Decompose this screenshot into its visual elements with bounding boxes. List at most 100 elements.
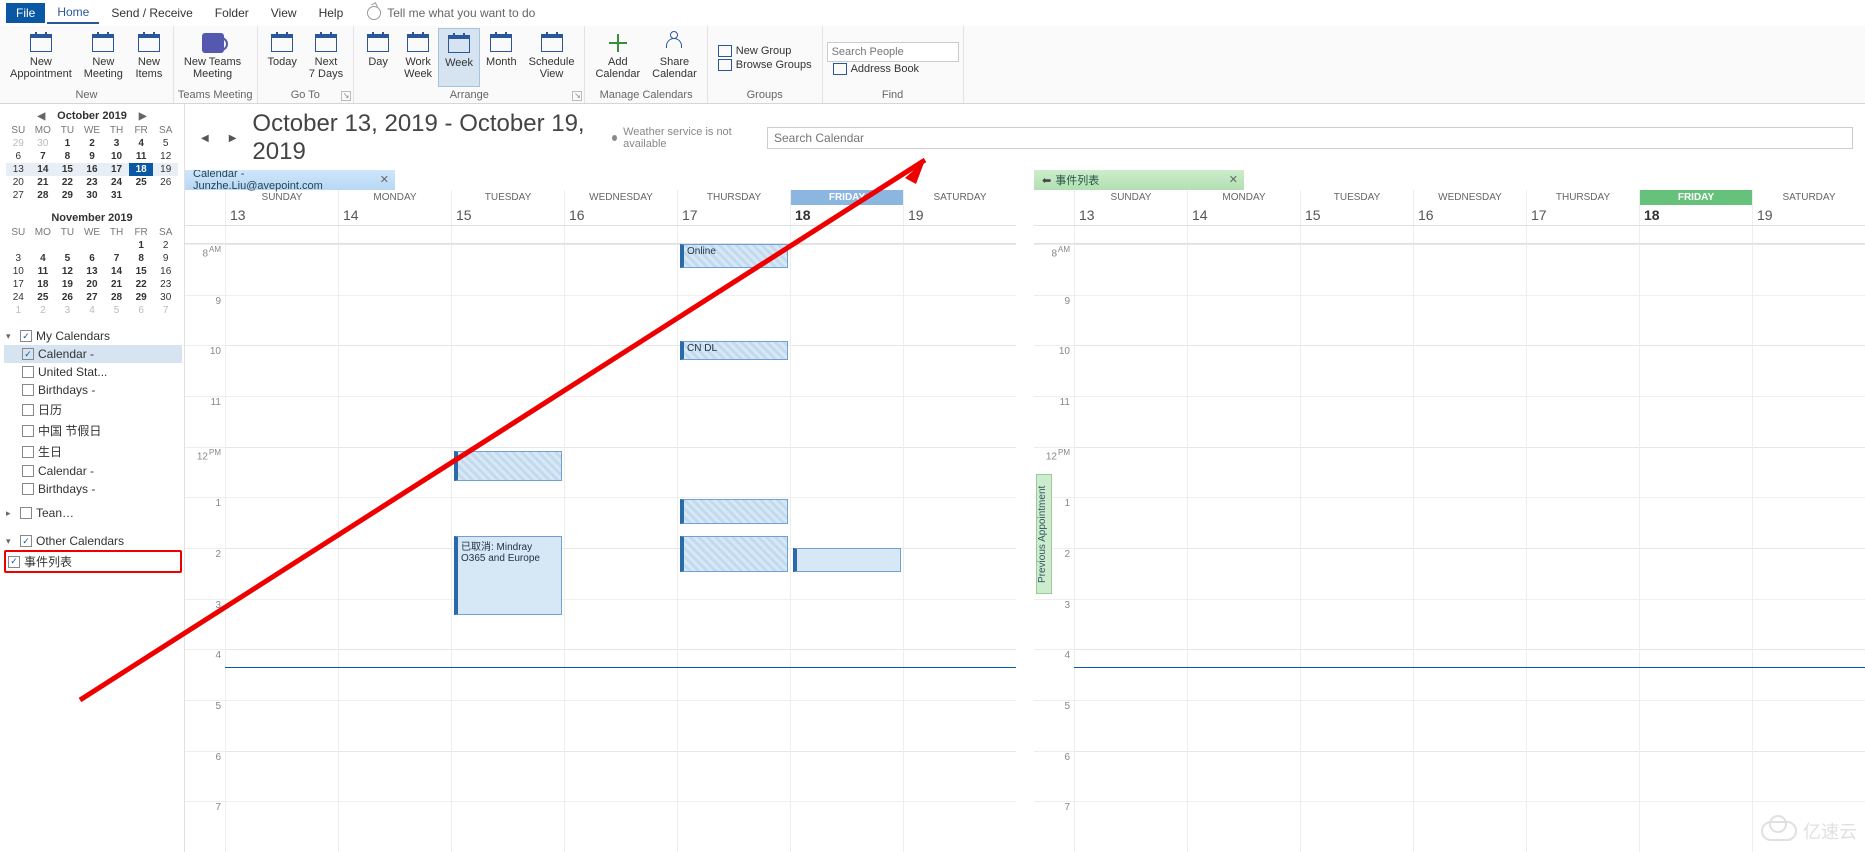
new-meeting-button[interactable]: New Meeting	[78, 28, 129, 87]
mini-cal-day[interactable]: 13	[80, 265, 105, 278]
mini-cal-day[interactable]: 6	[129, 304, 154, 317]
next-month-icon[interactable]: ▶	[135, 111, 151, 122]
close-icon[interactable]: ✕	[380, 173, 389, 186]
grid-column[interactable]	[225, 244, 338, 852]
mini-cal-day[interactable]: 17	[104, 163, 129, 176]
calendar-tree-item[interactable]: 中国 节假日	[4, 420, 182, 441]
mini-cal-day[interactable]: 23	[80, 176, 105, 189]
mini-cal-day[interactable]	[55, 239, 80, 252]
grid-column[interactable]	[1300, 244, 1413, 852]
checkbox-icon[interactable]	[22, 465, 34, 477]
mini-cal-day[interactable]: 2	[31, 304, 56, 317]
day-column-header[interactable]: WEDNESDAY16	[1413, 190, 1526, 225]
allday-cell[interactable]	[677, 226, 790, 243]
mini-cal-day[interactable]: 5	[153, 137, 178, 150]
calendar-event[interactable]	[680, 536, 788, 572]
back-arrow-icon[interactable]: ⬅	[1042, 174, 1051, 187]
other-calendars-node[interactable]: ▾Other Calendars	[4, 532, 182, 550]
team-node[interactable]: ▸Tean…	[4, 504, 182, 522]
grid-column[interactable]	[1074, 244, 1187, 852]
mini-cal-day[interactable]: 26	[55, 291, 80, 304]
mini-cal-day[interactable]: 1	[6, 304, 31, 317]
calendar-tree-item[interactable]: United Stat...	[4, 363, 182, 381]
prev-month-icon[interactable]: ◀	[33, 111, 49, 122]
menu-view[interactable]: View	[261, 3, 307, 23]
new-appointment-button[interactable]: New Appointment	[4, 28, 78, 87]
grid-column[interactable]: Online CN DL	[677, 244, 790, 852]
mini-cal-day[interactable]: 7	[153, 304, 178, 317]
calendar-event[interactable]: Online	[680, 244, 788, 268]
calendar-tree-item[interactable]: Birthdays -	[4, 381, 182, 399]
mini-cal-day[interactable]: 25	[129, 176, 154, 189]
mini-cal-day[interactable]: 20	[80, 278, 105, 291]
allday-cell[interactable]	[1413, 226, 1526, 243]
mini-cal-day[interactable]	[6, 239, 31, 252]
day-column-header[interactable]: THURSDAY17	[1526, 190, 1639, 225]
checkbox-icon[interactable]	[22, 483, 34, 495]
share-calendar-button[interactable]: Share Calendar	[646, 28, 703, 87]
mini-cal-day[interactable]: 3	[104, 137, 129, 150]
allday-cell[interactable]	[1752, 226, 1865, 243]
allday-cell[interactable]	[1187, 226, 1300, 243]
mini-cal-day[interactable]: 28	[31, 189, 56, 202]
mini-cal-day[interactable]: 18	[129, 163, 154, 176]
day-column-header[interactable]: FRIDAY18	[790, 190, 903, 225]
grid-column[interactable]	[790, 244, 903, 852]
mini-cal-day[interactable]: 16	[80, 163, 105, 176]
allday-cell[interactable]	[1526, 226, 1639, 243]
mini-cal-day[interactable]: 1	[55, 137, 80, 150]
allday-cell[interactable]	[790, 226, 903, 243]
mini-cal-day[interactable]: 9	[153, 252, 178, 265]
calendar-event[interactable]: 已取消: Mindray O365 and Europe	[454, 536, 562, 615]
calendar-event[interactable]	[793, 548, 901, 572]
mini-cal-day[interactable]: 3	[55, 304, 80, 317]
mini-cal-day[interactable]: 13	[6, 163, 31, 176]
month-view-button[interactable]: Month	[480, 28, 523, 87]
search-calendar-input[interactable]	[767, 127, 1853, 149]
day-column-header[interactable]: TUESDAY15	[1300, 190, 1413, 225]
calendar-tree-item[interactable]: 生日	[4, 441, 182, 462]
mini-cal-day[interactable]: 7	[104, 252, 129, 265]
menu-folder[interactable]: Folder	[205, 3, 259, 23]
day-column-header[interactable]: MONDAY14	[1187, 190, 1300, 225]
grid-column[interactable]	[1639, 244, 1752, 852]
mini-cal-day[interactable]: 15	[129, 265, 154, 278]
mini-cal-day[interactable]: 27	[80, 291, 105, 304]
prev-week-icon[interactable]: ◀	[197, 131, 213, 146]
mini-cal-day[interactable]: 30	[153, 291, 178, 304]
checkbox-icon[interactable]	[22, 425, 34, 437]
checkbox-icon[interactable]	[22, 348, 34, 360]
mini-cal-day[interactable]: 15	[55, 163, 80, 176]
schedule-view-button[interactable]: Schedule View	[523, 28, 581, 87]
today-button[interactable]: Today	[262, 28, 303, 87]
day-column-header[interactable]: SUNDAY13	[1074, 190, 1187, 225]
mini-cal-day[interactable]: 11	[31, 265, 56, 278]
address-book-button[interactable]: Address Book	[827, 62, 959, 76]
day-column-header[interactable]: WEDNESDAY16	[564, 190, 677, 225]
day-column-header[interactable]: TUESDAY15	[451, 190, 564, 225]
calendar-event[interactable]: CN DL	[680, 341, 788, 359]
allday-cell[interactable]	[1074, 226, 1187, 243]
mini-cal-day[interactable]	[80, 239, 105, 252]
mini-cal-day[interactable]: 10	[104, 150, 129, 163]
day-column-header[interactable]: SATURDAY19	[1752, 190, 1865, 225]
browse-groups-button[interactable]: Browse Groups	[712, 58, 818, 72]
goto-expand-icon[interactable]: ↘	[341, 91, 351, 101]
grid-column[interactable]	[903, 244, 1016, 852]
mini-cal-day[interactable]: 3	[6, 252, 31, 265]
mini-cal-day[interactable]: 6	[80, 252, 105, 265]
mini-cal-day[interactable]: 4	[129, 137, 154, 150]
mini-cal-day[interactable]: 16	[153, 265, 178, 278]
grid-column[interactable]	[1187, 244, 1300, 852]
grid-column[interactable]	[1413, 244, 1526, 852]
day-column-header[interactable]: THURSDAY17	[677, 190, 790, 225]
allday-cell[interactable]	[338, 226, 451, 243]
mini-cal-day[interactable]: 5	[55, 252, 80, 265]
new-teams-meeting-button[interactable]: New Teams Meeting	[178, 28, 247, 87]
mini-cal-day[interactable]: 7	[31, 150, 56, 163]
mini-cal-day[interactable]: 22	[129, 278, 154, 291]
mini-cal-day[interactable]: 4	[80, 304, 105, 317]
mini-cal-day[interactable]: 29	[129, 291, 154, 304]
mini-cal-day[interactable]: 8	[129, 252, 154, 265]
arrange-expand-icon[interactable]: ↘	[572, 91, 582, 101]
